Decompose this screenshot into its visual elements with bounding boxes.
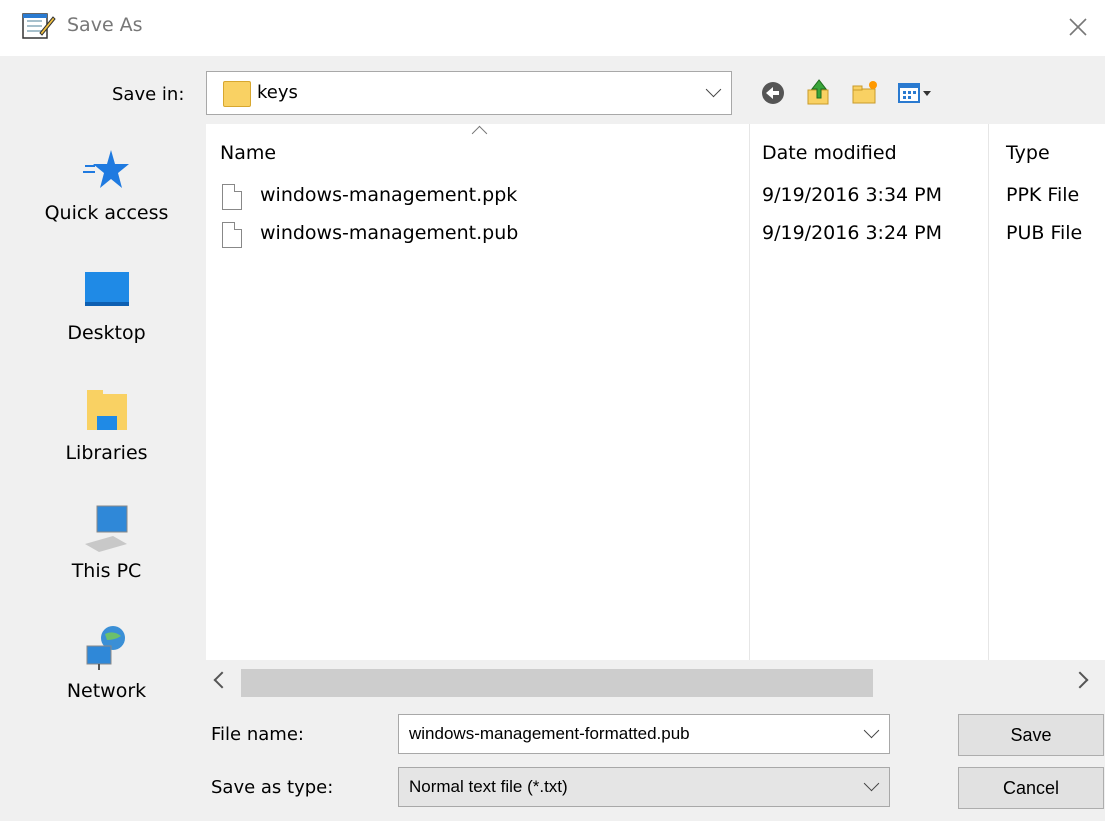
folder-icon bbox=[223, 81, 251, 107]
file-type: PPK File bbox=[1006, 184, 1080, 206]
sidebar-item-libraries[interactable]: Libraries bbox=[20, 386, 193, 464]
file-icon bbox=[222, 222, 242, 248]
horizontal-scrollbar[interactable] bbox=[206, 660, 1105, 706]
sidebar-item-label: Desktop bbox=[67, 322, 146, 344]
file-name: windows-management.ppk bbox=[260, 184, 518, 206]
file-icon bbox=[222, 184, 242, 210]
window-title: Save As bbox=[67, 14, 143, 36]
places-bar: Quick access Desktop Libraries This PC N… bbox=[20, 124, 193, 731]
file-list[interactable]: Name Date modified Type windows-manageme… bbox=[206, 124, 1105, 706]
column-header-type[interactable]: Type bbox=[1006, 142, 1050, 164]
file-name-field[interactable]: windows-management-formatted.pub bbox=[398, 714, 890, 754]
star-icon bbox=[82, 150, 129, 188]
title-bar: Save As bbox=[0, 0, 1105, 56]
save-button[interactable]: Save bbox=[958, 714, 1104, 756]
sidebar-item-quick-access[interactable]: Quick access bbox=[20, 146, 193, 224]
sidebar-item-label: Libraries bbox=[65, 442, 148, 464]
save-in-value: keys bbox=[257, 82, 298, 103]
desktop-icon bbox=[84, 272, 129, 306]
chevron-down-icon bbox=[705, 81, 722, 98]
sort-ascending-icon bbox=[471, 125, 488, 142]
sidebar-item-label: Quick access bbox=[44, 202, 169, 224]
back-icon[interactable] bbox=[758, 78, 788, 108]
cancel-button[interactable]: Cancel bbox=[958, 767, 1104, 809]
save-as-type-dropdown[interactable]: Normal text file (*.txt) bbox=[398, 767, 890, 807]
sidebar-item-label: This PC bbox=[71, 560, 142, 582]
file-type: PUB File bbox=[1006, 222, 1083, 244]
new-folder-icon[interactable] bbox=[850, 78, 880, 108]
notepad-icon bbox=[22, 13, 56, 39]
chevron-down-icon[interactable] bbox=[863, 722, 880, 739]
view-menu-icon[interactable] bbox=[896, 78, 936, 108]
sidebar-item-network[interactable]: Network bbox=[20, 624, 193, 702]
network-icon bbox=[86, 626, 125, 670]
save-as-type-label: Save as type: bbox=[211, 777, 334, 798]
scrollbar-thumb[interactable] bbox=[241, 669, 873, 697]
chevron-down-icon bbox=[863, 775, 880, 792]
column-header-name[interactable]: Name bbox=[220, 142, 276, 164]
column-header-date-modified[interactable]: Date modified bbox=[762, 142, 897, 164]
file-name-label: File name: bbox=[211, 724, 304, 745]
libraries-icon bbox=[86, 390, 127, 430]
up-folder-icon[interactable] bbox=[804, 78, 834, 108]
scroll-left-icon[interactable] bbox=[213, 671, 231, 689]
file-name-value: windows-management-formatted.pub bbox=[409, 724, 690, 743]
sidebar-item-this-pc[interactable]: This PC bbox=[20, 504, 193, 582]
sidebar-item-label: Network bbox=[66, 680, 147, 702]
close-icon[interactable] bbox=[1061, 10, 1095, 44]
file-name: windows-management.pub bbox=[260, 222, 519, 244]
save-in-dropdown[interactable]: keys bbox=[206, 71, 732, 115]
save-in-label: Save in: bbox=[112, 84, 185, 105]
table-row[interactable]: windows-management.pub 9/19/2016 3:24 PM… bbox=[206, 218, 1105, 256]
file-date: 9/19/2016 3:24 PM bbox=[762, 222, 943, 244]
sidebar-item-desktop[interactable]: Desktop bbox=[20, 266, 193, 344]
save-as-type-value: Normal text file (*.txt) bbox=[409, 777, 568, 796]
file-date: 9/19/2016 3:34 PM bbox=[762, 184, 943, 206]
computer-icon bbox=[84, 505, 127, 552]
scroll-right-icon[interactable] bbox=[1071, 671, 1089, 689]
table-row[interactable]: windows-management.ppk 9/19/2016 3:34 PM… bbox=[206, 180, 1105, 218]
